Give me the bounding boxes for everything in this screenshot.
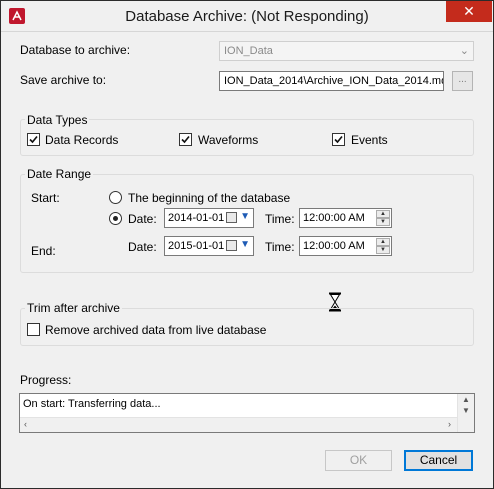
horizontal-scrollbar[interactable]: ‹ › xyxy=(20,417,457,432)
database-select-value: ION_Data xyxy=(224,45,273,57)
scroll-left-icon[interactable]: ‹ xyxy=(24,419,27,429)
dialog-window: Database Archive: (Not Responding) ✕ Dat… xyxy=(0,0,494,489)
start-date-radio[interactable] xyxy=(109,212,122,225)
save-archive-label: Save archive to: xyxy=(20,73,107,87)
window-title: Database Archive: (Not Responding) xyxy=(125,8,369,25)
title-bar[interactable]: Database Archive: (Not Responding) ✕ xyxy=(1,1,493,32)
cancel-button[interactable]: Cancel xyxy=(404,450,473,471)
radio-selected-dot xyxy=(113,216,118,221)
spin-down-icon[interactable]: ▼ xyxy=(376,218,390,226)
start-time-label: Time: xyxy=(265,212,295,226)
progress-label: Progress: xyxy=(20,373,72,387)
vertical-scrollbar[interactable]: ▲ ▼ xyxy=(457,394,474,432)
end-date-value: 2015-01-01 xyxy=(168,240,225,252)
end-date-label: Date: xyxy=(128,240,157,254)
remove-archived-label: Remove archived data from live database xyxy=(45,323,267,337)
start-date-value: 2014-01-01 xyxy=(168,212,225,224)
data-records-label: Data Records xyxy=(45,133,119,147)
spinner-arrows[interactable]: ▲ ▼ xyxy=(376,238,390,254)
beginning-radio[interactable] xyxy=(109,191,122,204)
end-time-label: Time: xyxy=(265,240,295,254)
end-date-picker[interactable]: 2015-01-01 ▼ xyxy=(164,236,254,256)
start-date-label: Date: xyxy=(128,212,157,226)
events-label: Events xyxy=(351,133,388,147)
end-label: End: xyxy=(31,244,56,258)
trim-title: Trim after archive xyxy=(25,301,122,315)
database-label: Database to archive: xyxy=(20,43,131,57)
spin-up-icon[interactable]: ▲ xyxy=(376,238,390,246)
calendar-icon xyxy=(226,212,237,223)
end-time-spinner[interactable]: 12:00:00 AM ▲ ▼ xyxy=(299,236,392,256)
waveforms-label: Waveforms xyxy=(198,133,259,147)
date-range-title: Date Range xyxy=(25,167,94,181)
start-date-picker[interactable]: 2014-01-01 ▼ xyxy=(164,208,254,228)
progress-text: On start: Transferring data... xyxy=(23,398,161,410)
remove-archived-checkbox[interactable] xyxy=(27,323,40,336)
start-label: Start: xyxy=(31,191,60,205)
close-button[interactable]: ✕ xyxy=(446,1,492,22)
data-types-title: Data Types xyxy=(25,113,90,127)
chevron-down-icon: ▼ xyxy=(240,239,250,250)
spinner-arrows[interactable]: ▲ ▼ xyxy=(376,210,390,226)
chevron-down-icon: ⌄ xyxy=(459,45,469,57)
scroll-right-icon[interactable]: › xyxy=(448,419,451,429)
calendar-icon xyxy=(226,240,237,251)
beginning-option-label: The beginning of the database xyxy=(128,191,291,205)
waveforms-checkbox[interactable] xyxy=(179,133,192,146)
browse-button[interactable]: ... xyxy=(452,71,473,91)
spin-up-icon[interactable]: ▲ xyxy=(376,210,390,218)
close-icon: ✕ xyxy=(463,3,475,19)
scroll-up-icon[interactable]: ▲ xyxy=(462,395,470,404)
start-time-spinner[interactable]: 12:00:00 AM ▲ ▼ xyxy=(299,208,392,228)
events-checkbox[interactable] xyxy=(332,133,345,146)
start-time-value: 12:00:00 AM xyxy=(303,212,365,224)
progress-log[interactable]: On start: Transferring data... ▲ ▼ ‹ › xyxy=(19,393,475,433)
spin-down-icon[interactable]: ▼ xyxy=(376,246,390,254)
chevron-down-icon: ▼ xyxy=(240,211,250,222)
save-path-field[interactable]: ION_Data_2014\Archive_ION_Data_2014.mdf xyxy=(219,71,444,91)
data-records-checkbox[interactable] xyxy=(27,133,40,146)
end-time-value: 12:00:00 AM xyxy=(303,240,365,252)
scroll-down-icon[interactable]: ▼ xyxy=(462,406,470,415)
ok-button[interactable]: OK xyxy=(325,450,392,471)
database-select: ION_Data ⌄ xyxy=(219,41,474,61)
